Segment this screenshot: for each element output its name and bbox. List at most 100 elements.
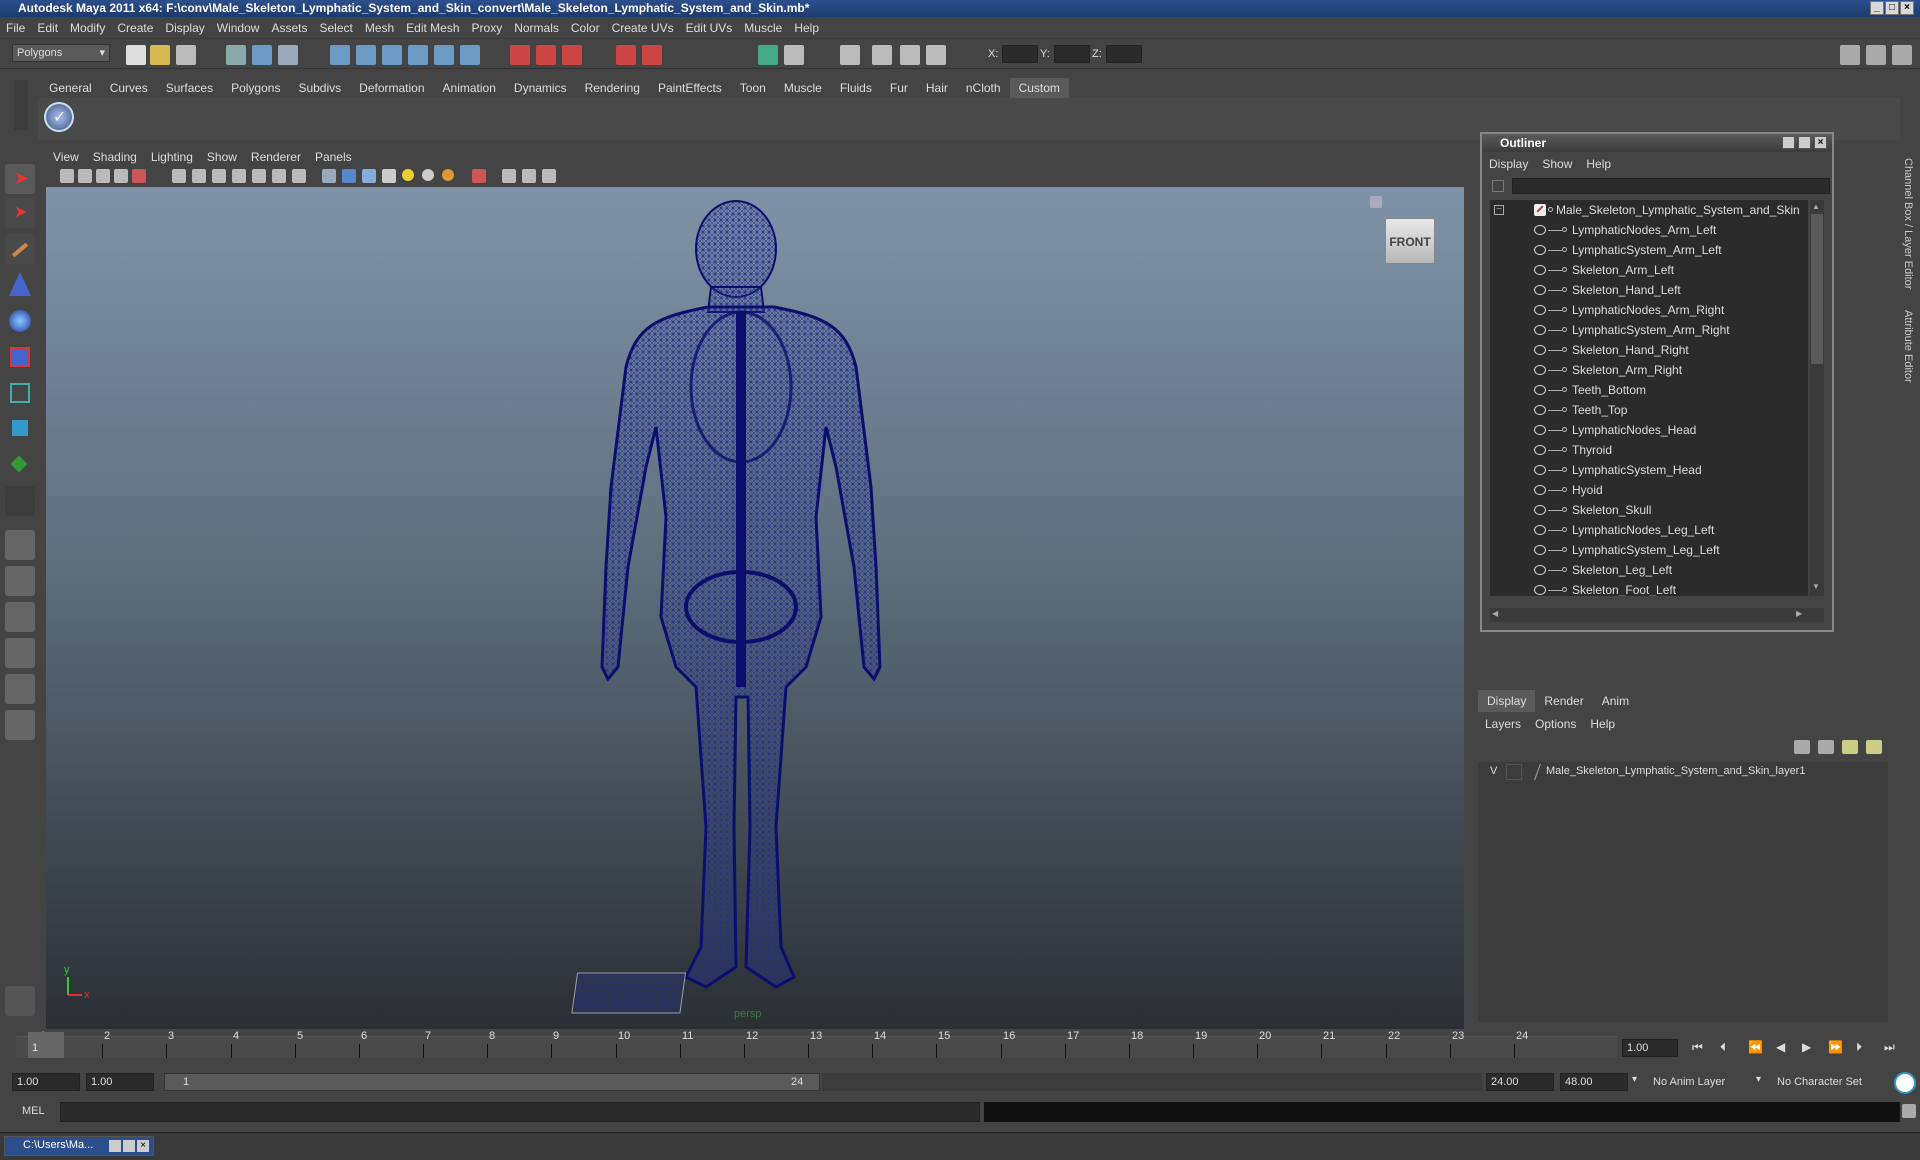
shelf-tab-curves[interactable]: Curves — [101, 78, 157, 98]
taskbar-restore-icon[interactable] — [109, 1140, 121, 1152]
y-input[interactable] — [1054, 45, 1090, 63]
snap-grid-icon[interactable] — [330, 45, 350, 65]
chevron-down-icon[interactable]: ▾ — [1632, 1074, 1637, 1085]
wireframe-icon[interactable] — [322, 169, 336, 183]
open-scene-icon[interactable] — [150, 45, 170, 65]
anim-layer-select[interactable]: No Anim Layer — [1648, 1073, 1760, 1091]
tool-settings-icon[interactable] — [900, 45, 920, 65]
outliner-item[interactable]: Teeth_Bottom — [1490, 380, 1808, 400]
viewport-menu-shading[interactable]: Shading — [86, 148, 144, 166]
viewport-menu-view[interactable]: View — [46, 148, 86, 166]
shelf-tab-subdivs[interactable]: Subdivs — [289, 78, 350, 98]
menu-edit-uvs[interactable]: Edit UVs — [680, 17, 739, 39]
outliner-menu-show[interactable]: Show — [1535, 154, 1579, 174]
shadows-icon[interactable] — [422, 169, 434, 181]
outliner-item[interactable]: Skeleton_Arm_Left — [1490, 260, 1808, 280]
layer-row[interactable]: V Male_Skeleton_Lymphatic_System_and_Ski… — [1478, 762, 1888, 782]
character-set-select[interactable]: No Character Set — [1772, 1073, 1884, 1091]
image-plane-icon[interactable] — [114, 169, 128, 183]
go-to-start-icon[interactable]: ⏮ — [1692, 1040, 1703, 1055]
shelf-tab-hair[interactable]: Hair — [917, 78, 957, 98]
channel-box-icon[interactable] — [840, 45, 860, 65]
play-forwards-icon[interactable]: ▶ — [1802, 1040, 1811, 1054]
gate-mask-icon[interactable] — [232, 169, 246, 183]
menu-assets[interactable]: Assets — [265, 17, 313, 39]
mode-select[interactable]: Polygons ▾ — [12, 44, 110, 62]
xray-components-icon[interactable] — [542, 169, 556, 183]
layer-menu-options[interactable]: Options — [1528, 714, 1583, 734]
outliner-menu-display[interactable]: Display — [1482, 154, 1535, 174]
history-icon[interactable] — [460, 45, 480, 65]
move-layer-up-icon[interactable] — [1794, 740, 1810, 754]
start-time-field[interactable]: 1.00 — [12, 1073, 80, 1091]
new-layer-selected-icon[interactable] — [1866, 740, 1882, 754]
time-slider[interactable]: 123456789101112131415161718192021222324 … — [12, 1030, 1622, 1060]
select-object-icon[interactable] — [252, 45, 272, 65]
toggle-channel-box-icon[interactable] — [1866, 45, 1886, 65]
play-backwards-icon[interactable]: ◀ — [1776, 1040, 1785, 1054]
layer-display-type-toggle[interactable] — [1506, 764, 1522, 780]
go-to-end-icon[interactable]: ⏭ — [1884, 1040, 1895, 1055]
command-input[interactable] — [60, 1102, 980, 1122]
outliner-item[interactable]: Skeleton_Foot_Left — [1490, 580, 1808, 596]
outliner-close-button[interactable]: × — [1814, 136, 1827, 149]
shelf-tab-deformation[interactable]: Deformation — [350, 78, 433, 98]
auto-key-icon[interactable] — [1894, 1072, 1916, 1094]
bookmark-icon[interactable] — [96, 169, 110, 183]
ipr-render-icon[interactable] — [536, 45, 556, 65]
side-tab-attribute-editor[interactable]: Attribute Editor — [1902, 310, 1914, 383]
step-forward-frame-icon[interactable]: ⏩ — [1828, 1040, 1843, 1054]
shelf-tab-fluids[interactable]: Fluids — [831, 78, 881, 98]
last-tool-slot[interactable] — [5, 486, 35, 516]
outliner-item[interactable]: Skeleton_Leg_Left — [1490, 560, 1808, 580]
toggle-tool-settings-icon[interactable] — [1892, 45, 1912, 65]
outliner-item[interactable]: LymphaticSystem_Leg_Left — [1490, 540, 1808, 560]
shelf-tab-custom[interactable]: Custom — [1009, 78, 1069, 98]
collapse-icon[interactable]: − — [1494, 205, 1504, 215]
resolution-gate-icon[interactable] — [212, 169, 226, 183]
taskbar-window-item[interactable]: C:\Users\Ma... × — [4, 1136, 154, 1156]
outliner-item[interactable]: LymphaticNodes_Leg_Left — [1490, 520, 1808, 540]
select-tool-icon[interactable]: ➤ — [5, 164, 35, 194]
perspective-viewport[interactable]: y x persp — [46, 187, 1464, 1029]
scale-tool-icon[interactable] — [5, 342, 35, 372]
playback-end-field[interactable]: 24.00 — [1486, 1073, 1554, 1091]
four-view-layout-icon[interactable] — [5, 566, 35, 596]
smooth-shade-icon[interactable] — [342, 169, 356, 183]
outliner-root-item[interactable]: − Male_Skeleton_Lymphatic_System_and_Ski… — [1490, 200, 1808, 220]
layer-tab-display[interactable]: Display — [1478, 690, 1536, 712]
paint-tool-icon[interactable] — [5, 986, 35, 1016]
viewport-menu-show[interactable]: Show — [200, 148, 244, 166]
maximize-button[interactable]: □ — [1885, 1, 1899, 15]
menu-create-uvs[interactable]: Create UVs — [606, 17, 680, 39]
layer-editor-icon[interactable] — [926, 45, 946, 65]
outliner-item[interactable]: Skeleton_Arm_Right — [1490, 360, 1808, 380]
command-language-label[interactable]: MEL — [22, 1105, 45, 1117]
render-settings-icon[interactable] — [562, 45, 582, 65]
current-frame-marker[interactable]: 1 — [28, 1032, 64, 1058]
menu-color[interactable]: Color — [565, 17, 606, 39]
side-tab-channel-box[interactable]: Channel Box / Layer Editor — [1902, 158, 1914, 289]
isolate-select-icon[interactable] — [472, 169, 486, 183]
outliner-item[interactable]: LymphaticNodes_Arm_Right — [1490, 300, 1808, 320]
layer-name[interactable]: Male_Skeleton_Lymphatic_System_and_Skin_… — [1546, 765, 1805, 777]
end-time-field[interactable]: 48.00 — [1560, 1073, 1628, 1091]
soft-mod-tool-icon[interactable] — [5, 414, 35, 444]
select-hierarchy-icon[interactable] — [226, 45, 246, 65]
new-layer-icon[interactable] — [1842, 740, 1858, 754]
outliner-maximize-button[interactable] — [1798, 136, 1811, 149]
save-scene-icon[interactable] — [176, 45, 196, 65]
outliner-horizontal-scrollbar[interactable]: ◀ ▶ — [1490, 608, 1824, 622]
use-default-lights-icon[interactable] — [402, 169, 414, 181]
menu-select[interactable]: Select — [313, 17, 358, 39]
outliner-item[interactable]: LymphaticSystem_Head — [1490, 460, 1808, 480]
script-editor-icon[interactable] — [1902, 1104, 1916, 1118]
lasso-tool-icon[interactable]: ➤ — [5, 198, 35, 228]
render-view-icon[interactable] — [642, 45, 662, 65]
outliner-item[interactable]: Skeleton_Hand_Right — [1490, 340, 1808, 360]
shelf-tab-fur[interactable]: Fur — [881, 78, 917, 98]
menu-normals[interactable]: Normals — [508, 17, 565, 39]
scroll-up-icon[interactable]: ▲ — [1812, 202, 1820, 211]
snap-view-icon[interactable] — [408, 45, 428, 65]
menu-window[interactable]: Window — [211, 17, 266, 39]
